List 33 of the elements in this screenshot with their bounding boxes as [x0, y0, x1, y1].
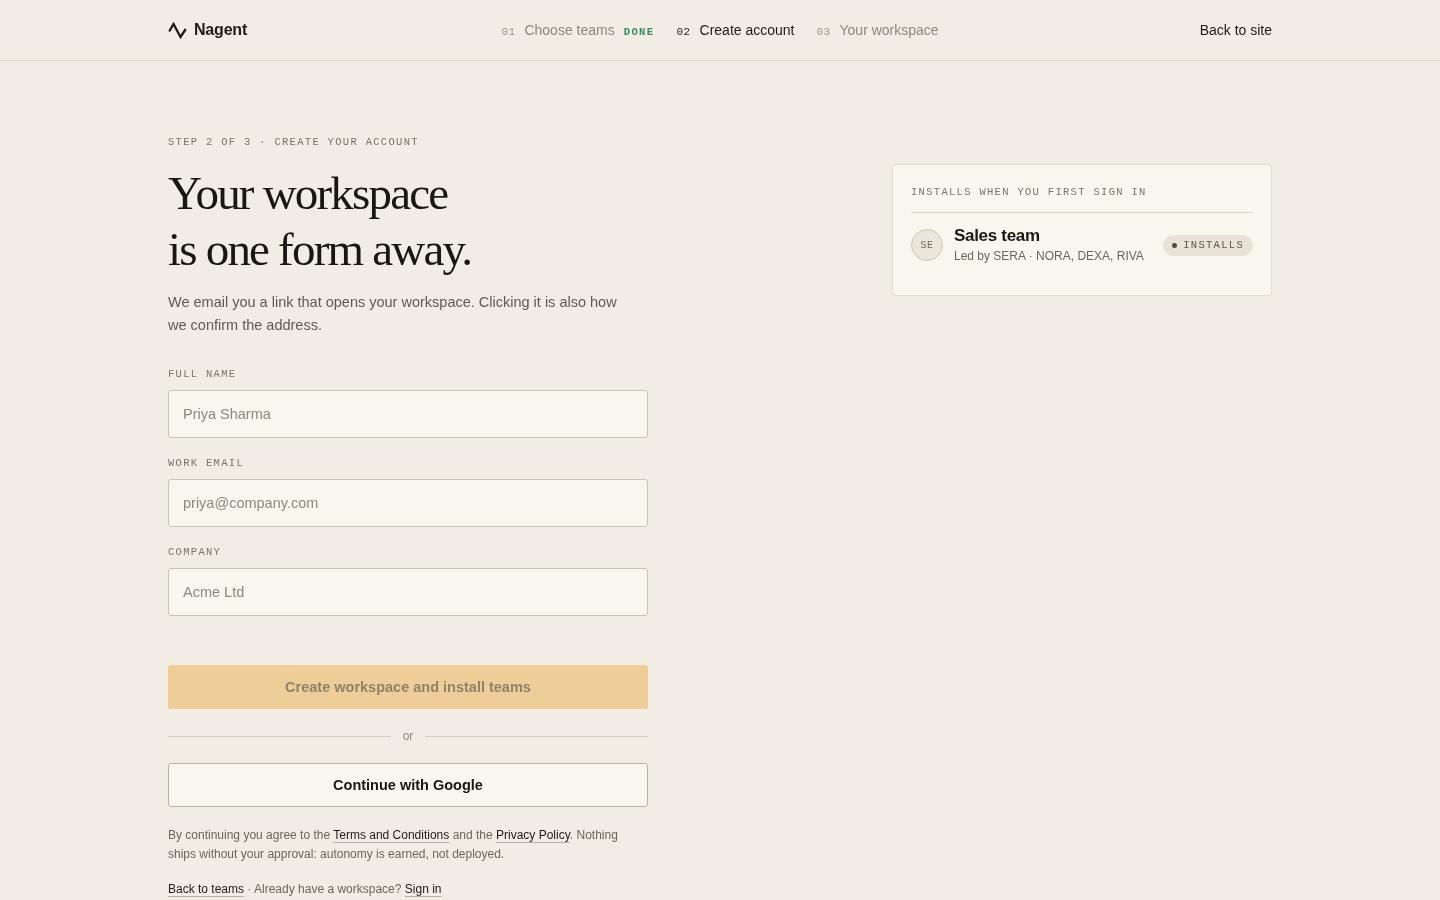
step-label: Choose teams [524, 22, 615, 38]
policy-link[interactable]: Privacy Policy [496, 828, 570, 842]
google-sign-in-button[interactable]: Continue with Google [168, 763, 648, 807]
input-field[interactable]: Priya Sharma [168, 390, 648, 438]
footer-note: Back to teams · Already have a workspace? Sign in [168, 881, 443, 898]
intro-text: We email you a link that opens your workspace. Clicking it is also how we confirm the address. [168, 293, 618, 335]
status-text: INSTALLS [1183, 239, 1244, 251]
step-status-tag: DONE [623, 26, 655, 38]
zigzag-logo-icon [168, 21, 187, 39]
field-label: COMPANY [168, 545, 223, 559]
step-number: 01 [501, 26, 516, 38]
footer-link[interactable]: Sign in [404, 882, 442, 896]
policy-link[interactable]: Terms and Conditions [333, 828, 450, 842]
step-caption: STEP 2 OF 3 · CREATE YOUR ACCOUNT [168, 135, 420, 149]
step-number: 02 [676, 26, 691, 38]
step-label: Your workspace [839, 22, 939, 38]
field-label: WORK EMAIL [168, 456, 245, 470]
step-number: 03 [816, 26, 831, 38]
legal-notice: By continuing you agree to the Terms and Conditions and the Privacy Policy. Nothing ships without your approval: autonomy is earned, not deployed. [168, 827, 619, 863]
back-to-site-link[interactable]: Back to site [1199, 22, 1272, 38]
divider-label: or [402, 729, 414, 743]
brand-name[interactable]: Nagent [194, 21, 248, 39]
input-field[interactable]: Acme Ltd [168, 568, 648, 616]
panel-heading: INSTALLS WHEN YOU FIRST SIGN IN [911, 185, 1148, 199]
page-title: Your workspace is one form away. [168, 166, 472, 277]
team-lead-text: Led by SERA · NORA, DEXA, RIVA [954, 248, 1145, 265]
step-label: Create account [699, 22, 795, 38]
field-label: FULL NAME [168, 367, 238, 381]
team-initials-avatar: SE [911, 229, 943, 261]
footer-link[interactable]: Back to teams [168, 882, 245, 896]
input-field[interactable]: priya@company.com [168, 479, 648, 527]
dot-icon [1172, 242, 1178, 248]
team-name: Sales team [954, 225, 1041, 247]
